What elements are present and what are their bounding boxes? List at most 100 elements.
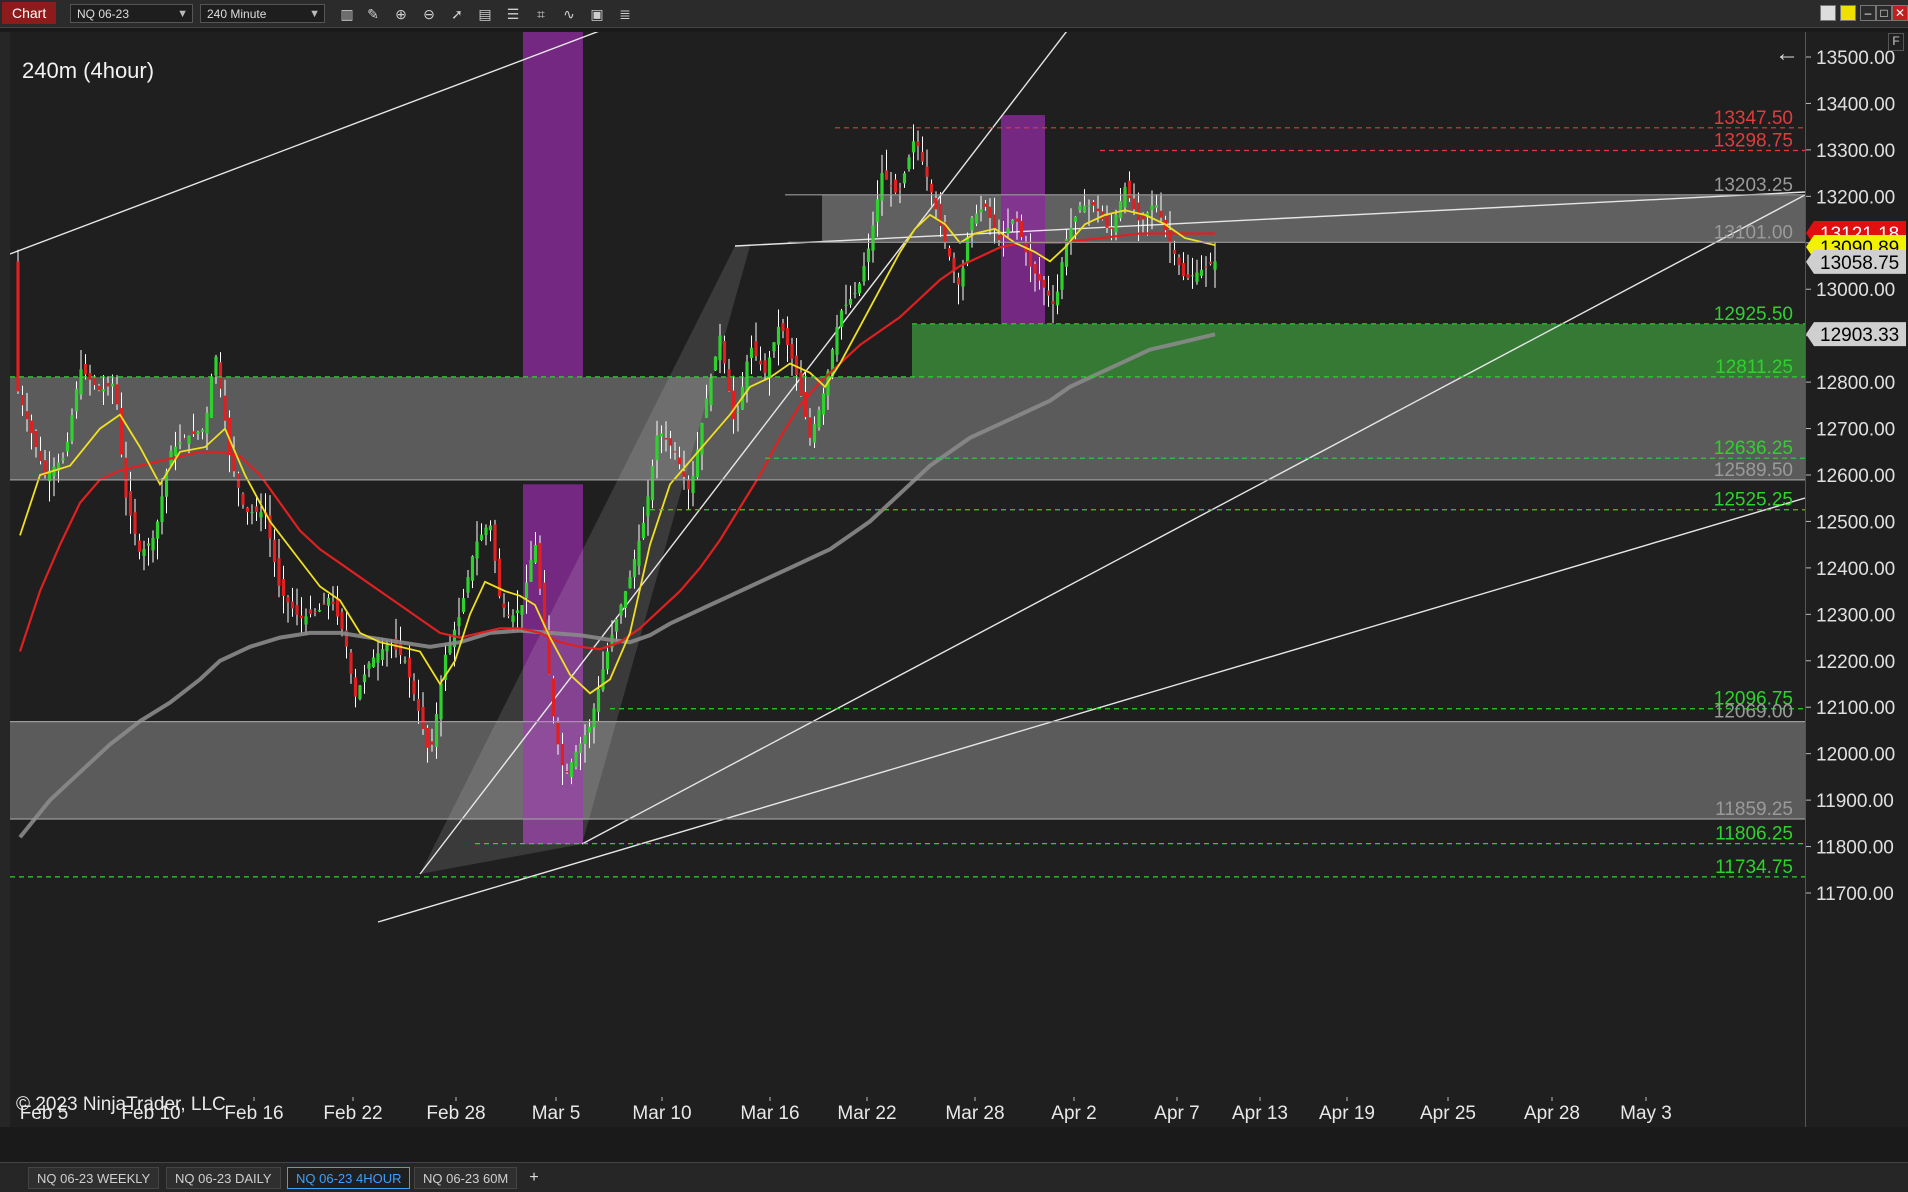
candle-body xyxy=(331,601,335,605)
price-level-label: 13101.00 xyxy=(1714,222,1793,243)
candle-body xyxy=(727,369,731,392)
price-axis-canvas[interactable]: 13500.0013400.0013300.0013200.0013100.00… xyxy=(1806,32,1908,1127)
data-box-icon[interactable]: ▤ xyxy=(476,5,494,23)
candle-body xyxy=(565,770,569,773)
candle-body xyxy=(601,669,605,690)
minimize-icon[interactable]: – xyxy=(1860,5,1876,21)
candle-body xyxy=(281,579,286,596)
candle-body xyxy=(1195,272,1199,282)
candle-body xyxy=(1123,187,1127,208)
candle-body xyxy=(767,357,772,377)
candle-body xyxy=(853,293,857,295)
candle-body xyxy=(628,577,632,588)
candle-body xyxy=(587,726,592,733)
candle-body xyxy=(385,644,389,652)
tile-window-icon[interactable] xyxy=(1820,5,1836,21)
candle-body xyxy=(781,323,785,332)
candle-body xyxy=(803,392,808,417)
candle-body xyxy=(133,512,137,534)
candle-body xyxy=(880,173,884,201)
candle-body xyxy=(1042,279,1046,288)
date-axis-label: May 3 xyxy=(1620,1103,1672,1124)
candle-body xyxy=(668,438,673,446)
pointer-icon[interactable]: ➚ xyxy=(448,5,466,23)
tab-weekly[interactable]: NQ 06-23 WEEKLY xyxy=(28,1167,160,1189)
candle-body xyxy=(569,761,574,778)
candle-body xyxy=(218,362,223,389)
candle-body xyxy=(398,643,403,656)
candle-body xyxy=(529,560,533,582)
price-axis[interactable]: 13500.0013400.0013300.0013200.0013100.00… xyxy=(1805,32,1908,1127)
candle-body xyxy=(1127,180,1132,199)
candle-body xyxy=(196,431,200,434)
close-icon[interactable]: ✕ xyxy=(1892,5,1908,21)
candle-body xyxy=(470,556,475,581)
draw-pencil-icon[interactable]: ✎ xyxy=(364,5,382,23)
candle-body xyxy=(583,735,587,745)
candle-body xyxy=(817,409,821,428)
candle-body xyxy=(1199,269,1204,276)
candle-body xyxy=(439,683,443,720)
candle-body xyxy=(997,234,1001,241)
candle-body xyxy=(1208,261,1213,265)
candle-body xyxy=(1109,227,1114,229)
candle-body xyxy=(182,437,187,439)
indicators-icon[interactable]: ∿ xyxy=(560,5,578,23)
candle-body xyxy=(916,141,920,147)
candle-body xyxy=(704,398,709,418)
candle-body xyxy=(871,225,875,251)
candle-body xyxy=(115,384,119,405)
candle-body xyxy=(178,442,182,445)
supply-demand-zone xyxy=(10,377,1805,481)
price-marker: 12903.33 xyxy=(1806,322,1906,347)
price-tick-label: 11700.00 xyxy=(1816,884,1894,905)
candle-body xyxy=(664,437,668,440)
candle-body xyxy=(772,342,776,352)
maximize-icon[interactable]: □ xyxy=(1876,5,1892,21)
scroll-back-icon[interactable]: ← xyxy=(1775,40,1799,68)
interval-selector[interactable]: 240 Minute ▼ xyxy=(200,4,325,23)
price-level-label: 12525.25 xyxy=(1714,490,1793,511)
toolbar: Chart NQ 06-23 ▼ 240 Minute ▼ ▥ ✎ ⊕ ⊖ ➚ … xyxy=(0,0,1908,28)
candle-body xyxy=(79,369,83,395)
fit-button[interactable]: F xyxy=(1888,33,1904,51)
candle-body xyxy=(434,714,439,747)
candle-body xyxy=(974,213,979,224)
tab-4hour[interactable]: NQ 06-23 4HOUR xyxy=(287,1167,411,1189)
candle-body xyxy=(893,179,898,193)
candle-body xyxy=(596,688,601,712)
candle-body xyxy=(988,206,992,219)
instrument-selector[interactable]: NQ 06-23 ▼ xyxy=(70,4,193,23)
candle-body xyxy=(1150,205,1154,211)
candle-body xyxy=(1186,274,1190,279)
add-tab-button[interactable]: + xyxy=(524,1167,544,1189)
link-color-icon[interactable] xyxy=(1840,5,1856,21)
properties-icon[interactable]: ☰ xyxy=(504,5,522,23)
candle-body xyxy=(614,618,619,632)
strategies-icon[interactable]: ⌗ xyxy=(532,5,550,23)
candle-body xyxy=(646,496,650,517)
chart-plot-area[interactable]: 13347.50 13298.75 13203.25 13101.00 12925.50… xyxy=(10,32,1805,1127)
zoom-out-icon[interactable]: ⊖ xyxy=(420,5,438,23)
list-icon[interactable]: ≣ xyxy=(616,5,634,23)
candle-body xyxy=(250,512,254,514)
chart-canvas[interactable]: 13347.5013298.75 13203.25 13101.00 12925.50… xyxy=(10,32,1805,1127)
candle-body xyxy=(1051,301,1055,305)
bar-type-icon[interactable]: ▥ xyxy=(338,5,356,23)
candle-body xyxy=(38,450,43,462)
candle-body xyxy=(124,457,128,498)
candle-body xyxy=(763,360,767,373)
candle-body xyxy=(650,465,655,501)
candle-body xyxy=(1087,205,1091,207)
candle-body xyxy=(506,614,511,617)
candle-body xyxy=(461,598,466,613)
price-marker-value: 12903.33 xyxy=(1820,325,1899,346)
candle-body xyxy=(110,383,115,387)
tab-daily[interactable]: NQ 06-23 DAILY xyxy=(166,1167,281,1189)
zoom-in-icon[interactable]: ⊕ xyxy=(392,5,410,23)
tab-60m[interactable]: NQ 06-23 60M xyxy=(414,1167,518,1189)
price-level-label: 13203.25 xyxy=(1714,175,1793,196)
templates-icon[interactable]: ▣ xyxy=(588,5,606,23)
chart-window-label[interactable]: Chart xyxy=(2,2,57,24)
candle-body xyxy=(493,524,497,561)
